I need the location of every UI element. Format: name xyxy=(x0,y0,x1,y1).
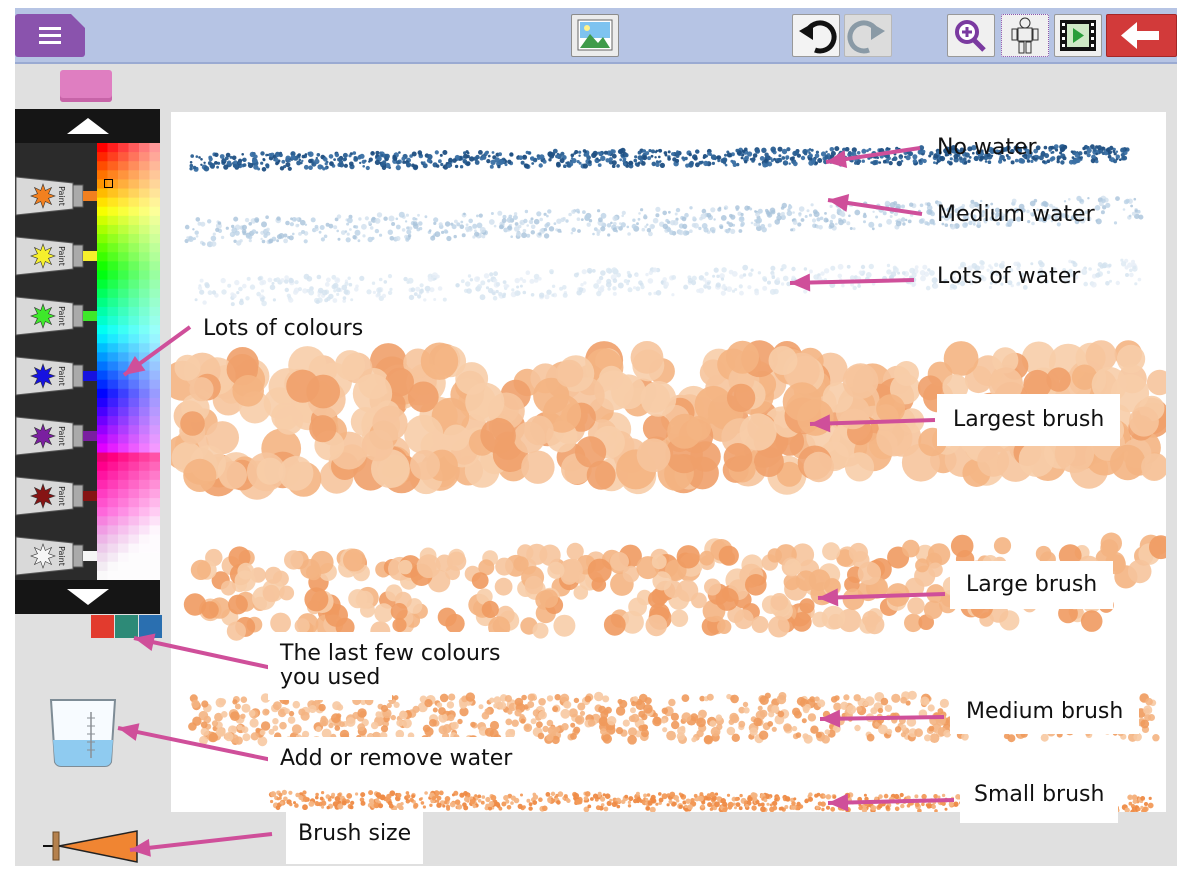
label-last-colours-line2: you used xyxy=(268,664,393,700)
arrow-largest-brush xyxy=(809,414,936,433)
arrow-lots-of-colours xyxy=(122,325,192,377)
label-largest-brush: Largest brush xyxy=(937,394,1121,446)
label-no-water: No water xyxy=(937,135,1037,160)
arrow-medium-water xyxy=(827,194,923,216)
label-lots-of-colours: Lots of colours xyxy=(203,316,364,341)
arrow-medium-brush xyxy=(819,709,945,728)
label-large-brush: Large brush xyxy=(950,561,1114,609)
label-brush-size: Brush size xyxy=(286,810,424,864)
arrow-small-brush xyxy=(827,793,955,812)
label-small-brush: Small brush xyxy=(960,775,1119,823)
label-add-remove-water: Add or remove water xyxy=(268,737,525,781)
arrow-no-water xyxy=(825,146,921,168)
label-medium-water: Medium water xyxy=(937,202,1095,227)
arrow-large-brush xyxy=(817,588,946,607)
label-medium-brush: Medium brush xyxy=(950,690,1140,734)
label-lots-of-water: Lots of water xyxy=(937,264,1081,289)
arrow-lots-of-water xyxy=(789,273,915,292)
arrow-recent-colours xyxy=(133,633,273,670)
arrow-water-cup xyxy=(117,723,273,762)
arrow-brush-size xyxy=(129,832,273,857)
